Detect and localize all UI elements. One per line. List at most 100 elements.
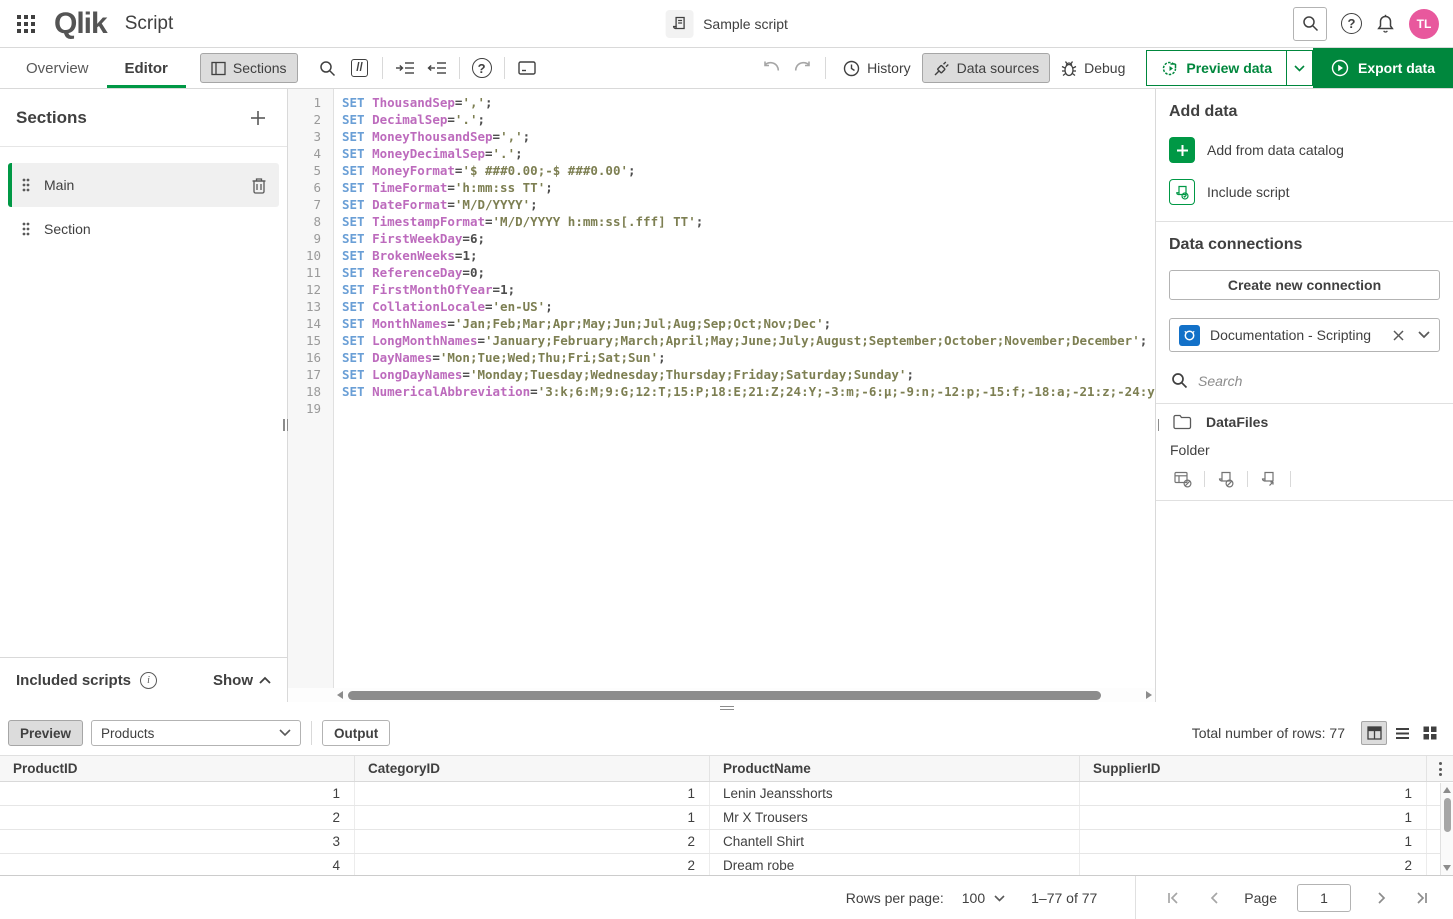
code-line[interactable]: SET NumericalAbbreviation='3:k;6:M;9:G;1…: [342, 383, 1155, 400]
code-line[interactable]: SET LongMonthNames='January;February;Mar…: [342, 332, 1155, 349]
create-new-connection-button[interactable]: Create new connection: [1169, 270, 1440, 300]
connection-chevron-down-icon[interactable]: [1418, 331, 1430, 339]
last-page-icon[interactable]: [1411, 888, 1431, 908]
find-replace-icon[interactable]: [312, 53, 344, 83]
next-page-icon[interactable]: [1371, 888, 1391, 908]
column-header[interactable]: ProductID: [0, 756, 355, 781]
code-line[interactable]: SET DayNames='Mon;Tue;Wed;Thu;Fri;Sat;Su…: [342, 349, 1155, 366]
history-button[interactable]: History: [832, 53, 922, 83]
data-sources-button[interactable]: Data sources: [922, 53, 1050, 83]
column-header[interactable]: SupplierID: [1080, 756, 1427, 781]
code-token: SET: [342, 316, 372, 331]
code-line[interactable]: SET CollationLocale='en-US';: [342, 298, 1155, 315]
section-item-main[interactable]: Main: [8, 163, 279, 207]
help-icon[interactable]: ?: [1341, 13, 1362, 34]
code-line[interactable]: SET FirstMonthOfYear=1;: [342, 281, 1155, 298]
toolbar-divider: [459, 57, 460, 79]
editor-horizontal-scrollbar[interactable]: [288, 688, 1155, 702]
code-area[interactable]: SET ThousandSep=',';SET DecimalSep='.';S…: [334, 89, 1155, 688]
preview-button-label: Preview: [20, 726, 71, 741]
indent-icon[interactable]: [389, 53, 421, 83]
page-number-input[interactable]: [1297, 884, 1351, 912]
table-cell: 1: [355, 782, 710, 805]
scroll-right-icon[interactable]: [1146, 691, 1152, 699]
scrollbar-thumb[interactable]: [1444, 798, 1451, 832]
document-title[interactable]: Sample script: [665, 10, 788, 38]
redo-icon[interactable]: [787, 53, 819, 83]
rows-per-page-select[interactable]: 100: [962, 890, 1005, 906]
first-page-icon[interactable]: [1164, 888, 1184, 908]
table-row[interactable]: 32Chantell Shirt1: [0, 830, 1453, 854]
panel-resize-handle[interactable]: [1155, 419, 1163, 435]
delete-section-icon[interactable]: [251, 176, 267, 194]
preview-data-button[interactable]: Preview data: [1146, 50, 1287, 86]
scroll-up-icon[interactable]: [1443, 787, 1451, 793]
comment-icon[interactable]: //: [344, 53, 376, 83]
export-data-button[interactable]: Export data: [1313, 48, 1453, 88]
table-select-dropdown[interactable]: Products: [91, 720, 301, 746]
code-line[interactable]: SET DecimalSep='.';: [342, 111, 1155, 128]
code-token: ;: [470, 248, 478, 263]
outdent-icon[interactable]: [421, 53, 453, 83]
undo-icon[interactable]: [755, 53, 787, 83]
code-line[interactable]: SET TimeFormat='h:mm:ss TT';: [342, 179, 1155, 196]
table-row[interactable]: 11Lenin Jeansshorts1: [0, 782, 1453, 806]
add-section-button[interactable]: [245, 105, 271, 131]
code-line[interactable]: SET MoneyDecimalSep='.';: [342, 145, 1155, 162]
tab-editor[interactable]: Editor: [107, 48, 186, 88]
preview-button[interactable]: Preview: [8, 720, 83, 746]
edit-script-icon[interactable]: [1255, 468, 1283, 490]
connection-search-input[interactable]: [1198, 373, 1368, 389]
code-line[interactable]: SET FirstWeekDay=6;: [342, 230, 1155, 247]
code-line[interactable]: SET MonthNames='Jan;Feb;Mar;Apr;May;Jun;…: [342, 315, 1155, 332]
console-icon[interactable]: [511, 53, 543, 83]
code-token: =: [462, 231, 470, 246]
list-view-icon[interactable]: [1389, 721, 1415, 745]
clear-connection-icon[interactable]: [1393, 330, 1404, 341]
code-line[interactable]: SET DateFormat='M/D/YYYY';: [342, 196, 1155, 213]
column-header[interactable]: CategoryID: [355, 756, 710, 781]
code-token: ;: [824, 316, 832, 331]
code-line[interactable]: SET LongDayNames='Monday;Tuesday;Wednesd…: [342, 366, 1155, 383]
code-line[interactable]: SET ThousandSep=',';: [342, 94, 1155, 111]
table-view-icon[interactable]: [1361, 721, 1387, 745]
info-icon[interactable]: i: [140, 672, 157, 689]
previous-page-icon[interactable]: [1204, 888, 1224, 908]
datafiles-connection-item[interactable]: DataFiles: [1169, 404, 1440, 436]
select-data-icon[interactable]: [1169, 468, 1197, 490]
connection-select[interactable]: Documentation - Scripting: [1169, 318, 1440, 352]
sections-toggle-button[interactable]: Sections: [200, 53, 298, 83]
syntax-help-icon[interactable]: ?: [472, 58, 492, 78]
include-script-button[interactable]: Include script: [1169, 179, 1440, 205]
tab-overview[interactable]: Overview: [8, 48, 107, 88]
section-item-section[interactable]: Section: [8, 207, 279, 251]
column-header[interactable]: ProductName: [710, 756, 1080, 781]
code-line[interactable]: SET TimestampFormat='M/D/YYYY h:mm:ss[.f…: [342, 213, 1155, 230]
scroll-left-icon[interactable]: [337, 691, 343, 699]
add-from-data-catalog-button[interactable]: Add from data catalog: [1169, 137, 1440, 163]
sidebar-resize-handle[interactable]: [283, 419, 292, 435]
included-scripts-show-toggle[interactable]: Show: [213, 672, 271, 689]
scrollbar-thumb[interactable]: [348, 691, 1101, 700]
table-menu-kebab-icon[interactable]: [1432, 760, 1448, 778]
code-token: =: [432, 350, 440, 365]
scroll-down-icon[interactable]: [1443, 865, 1451, 871]
code-line[interactable]: SET MoneyThousandSep=',';: [342, 128, 1155, 145]
user-avatar[interactable]: TL: [1409, 9, 1439, 39]
table-row[interactable]: 42Dream robe2: [0, 854, 1453, 875]
grid-view-icon[interactable]: [1417, 721, 1443, 745]
splitter-drag-handle[interactable]: [720, 704, 734, 712]
global-search-button[interactable]: [1293, 7, 1327, 41]
code-line[interactable]: SET MoneyFormat='$ ###0.00;-$ ###0.00';: [342, 162, 1155, 179]
debug-button[interactable]: Debug: [1050, 53, 1136, 83]
insert-include-script-icon[interactable]: [1212, 468, 1240, 490]
code-line[interactable]: SET ReferenceDay=0;: [342, 264, 1155, 281]
code-line[interactable]: [342, 400, 1155, 417]
table-row[interactable]: 21Mr X Trousers1: [0, 806, 1453, 830]
preview-data-caret[interactable]: [1287, 50, 1313, 86]
output-button[interactable]: Output: [322, 720, 390, 746]
table-vertical-scrollbar[interactable]: [1440, 783, 1453, 875]
code-line[interactable]: SET BrokenWeeks=1;: [342, 247, 1155, 264]
notifications-bell-icon[interactable]: [1376, 14, 1395, 34]
app-launcher-icon[interactable]: [12, 10, 40, 38]
